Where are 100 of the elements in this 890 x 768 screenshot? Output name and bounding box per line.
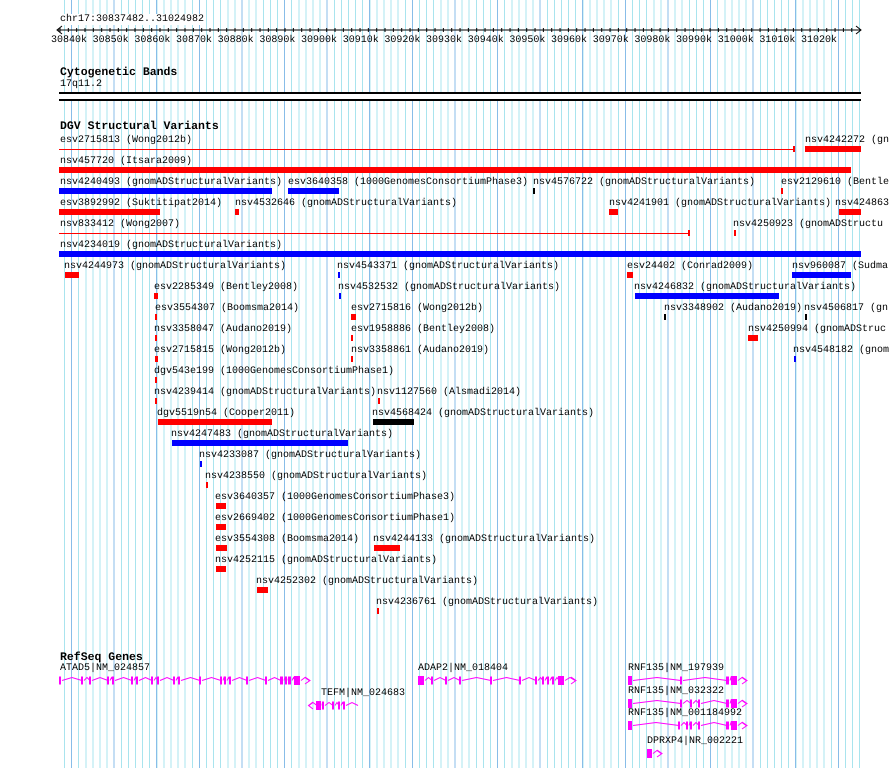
variant-label: esv3554308 (Boomsma2014) — [215, 534, 360, 545]
variant-label: nsv4234019 (gnomADStructuralVariants) — [60, 240, 282, 251]
variant-label: esv3892992 (Suktitipat2014) — [60, 198, 222, 209]
variant-bar[interactable] — [154, 293, 158, 299]
gene-model-drawing[interactable] — [627, 675, 747, 686]
tick-label: 30860k — [134, 35, 170, 46]
variant-label: nsv4568424 (gnomADStructuralVariants) — [372, 408, 594, 419]
track-title: DGV Structural Variants — [60, 121, 219, 133]
variant-label: nsv4532532 (gnomADStructuralVariants) — [338, 282, 560, 293]
variant-label: nsv4238550 (gnomADStructuralVariants) — [205, 471, 428, 482]
variant-label: nsv1127560 (Alsmadi2014) — [377, 387, 522, 398]
tick-label: 31010k — [759, 35, 796, 46]
variant-bar[interactable] — [65, 272, 79, 278]
variant-label: nsv960087 (Sudma — [792, 261, 888, 272]
variant-bar[interactable] — [216, 566, 226, 572]
track-title: Cytogenetic Bands — [60, 67, 178, 79]
tick-label: 30900k — [301, 35, 338, 46]
variant-label: esv3640357 (1000GenomesConsortiumPhase3) — [215, 492, 456, 503]
variant-bar[interactable] — [374, 545, 400, 551]
variant-label: esv2129610 (Bentle — [781, 177, 890, 188]
variant-label: esv2715815 (Wong2012b) — [154, 345, 286, 356]
tick-label: 30880k — [218, 35, 254, 46]
variant-label: nsv4240493 (gnomADStructuralVariants) — [60, 177, 282, 188]
variant-bar[interactable] — [59, 167, 851, 173]
variant-label: nsv4246832 (gnomADStructuralVariants) — [634, 282, 856, 293]
variant-label: nsv3348902 (Audano2019) — [664, 303, 802, 314]
variant-label: nsv4236761 (gnomADStructuralVariants) — [376, 597, 598, 608]
gene-label: RNF135|NM_001184992 — [628, 708, 742, 719]
tick-label: 30960k — [551, 35, 588, 46]
variant-label: nsv4233087 (gnomADStructuralVariants) — [199, 450, 422, 461]
tick-label: 30970k — [592, 35, 629, 46]
gene-label: ADAP2|NM_018404 — [418, 663, 508, 674]
variant-bar[interactable] — [172, 440, 348, 446]
variant-label: nsv4247483 (gnomADStructuralVariants) — [171, 429, 394, 440]
tick-label: 30950k — [509, 35, 546, 46]
variant-label: dgv543e199 (1000GenomesConsortiumPhase1) — [154, 366, 394, 377]
variant-bar[interactable] — [235, 209, 239, 215]
variant-bar[interactable] — [805, 146, 861, 152]
variant-label: nsv833412 (Wong2007) — [60, 219, 180, 230]
variant-label: nsv4543371 (gnomADStructuralVariants) — [337, 261, 560, 272]
variant-bar[interactable] — [59, 209, 160, 215]
variant-bar[interactable] — [373, 419, 414, 425]
variant-label: nsv3358047 (Audano2019) — [154, 324, 292, 335]
gene-model-drawing[interactable] — [646, 748, 662, 759]
tick-label: 30980k — [634, 35, 670, 46]
variant-label: esv2669402 (1000GenomesConsortiumPhase1) — [215, 513, 456, 524]
gene-model-drawing[interactable] — [627, 698, 747, 709]
variant-bar[interactable] — [748, 335, 758, 341]
variant-label: nsv4239414 (gnomADStructuralVariants) — [154, 387, 376, 398]
variant-label: nsv4532646 (gnomADStructuralVariants) — [235, 198, 458, 209]
variant-label: nsv4244133 (gnomADStructuralVariants) — [373, 534, 596, 545]
variant-label: dgv5519n54 (Cooper2011) — [157, 408, 296, 419]
variant-bar[interactable] — [216, 524, 226, 530]
variant-bar[interactable] — [158, 419, 272, 425]
gene-model-drawing[interactable] — [417, 675, 576, 686]
variant-bar[interactable] — [59, 188, 272, 194]
variant-bar[interactable] — [609, 209, 618, 215]
gene-model-drawing[interactable] — [307, 700, 359, 711]
variant-label: nsv4252302 (gnomADStructuralVariants) — [256, 576, 478, 587]
variant-label: nsv3358861 (Audano2019) — [351, 345, 490, 356]
variant-label: nsv4242272 (gn — [805, 135, 890, 146]
variant-bar[interactable] — [59, 251, 861, 257]
variant-label: nsv4548182 (gnom — [793, 345, 890, 356]
variant-label: esv2285349 (Bentley2008) — [154, 282, 298, 293]
variant-label: nsv4241901 (gnomADStructuralVariants) — [609, 198, 832, 209]
tick-label: 30990k — [676, 35, 712, 46]
variant-label: esv3554307 (Boomsma2014) — [155, 303, 300, 314]
variant-label: esv2715813 (Wong2012b) — [60, 135, 192, 146]
variant-bar[interactable] — [351, 314, 356, 320]
tick-label: 30850k — [92, 35, 129, 46]
gene-label: RNF135|NM_197939 — [628, 663, 724, 674]
location-label: chr17:30837482..31024982 — [60, 14, 204, 25]
tick-label: 31020k — [801, 35, 838, 46]
tick-label: 30940k — [468, 35, 504, 46]
variant-bar[interactable] — [839, 209, 861, 215]
variant-bar[interactable] — [257, 587, 268, 593]
variant-bar[interactable] — [792, 272, 851, 278]
variant-bar[interactable] — [288, 188, 339, 194]
variant-label: nsv4506817 (gn — [804, 303, 888, 314]
variant-label: nsv4250994 (gnomADStruc — [748, 324, 886, 335]
variant-bar[interactable] — [627, 272, 633, 278]
variant-bar[interactable] — [216, 545, 227, 551]
band-label: 17q11.2 — [60, 79, 102, 90]
variant-label: nsv4252115 (gnomADStructuralVariants) — [215, 555, 438, 566]
variant-label: nsv4250923 (gnomADStructu — [733, 219, 884, 230]
variant-bar[interactable] — [155, 356, 158, 362]
variant-label: esv3640358 (1000GenomesConsortiumPhase3) — [288, 177, 528, 188]
gene-model-drawing[interactable] — [627, 720, 747, 731]
variant-label: nsv4244973 (gnomADStructuralVariants) — [64, 261, 286, 272]
variant-bar[interactable] — [216, 503, 226, 509]
gene-model-drawing[interactable] — [58, 675, 310, 686]
tick-label: 30910k — [342, 35, 379, 46]
variant-label: esv24402 (Conrad2009) — [627, 261, 754, 272]
gene-label: TEFM|NM_024683 — [321, 688, 406, 699]
tick-label: 30890k — [259, 35, 296, 46]
variant-label: esv1958886 (Bentley2008) — [351, 324, 496, 335]
variant-label: esv2715816 (Wong2012b) — [351, 303, 484, 314]
variant-label: nsv424863 — [835, 198, 890, 209]
tick-label: 30840k — [51, 35, 87, 46]
variant-bar[interactable] — [635, 293, 779, 299]
